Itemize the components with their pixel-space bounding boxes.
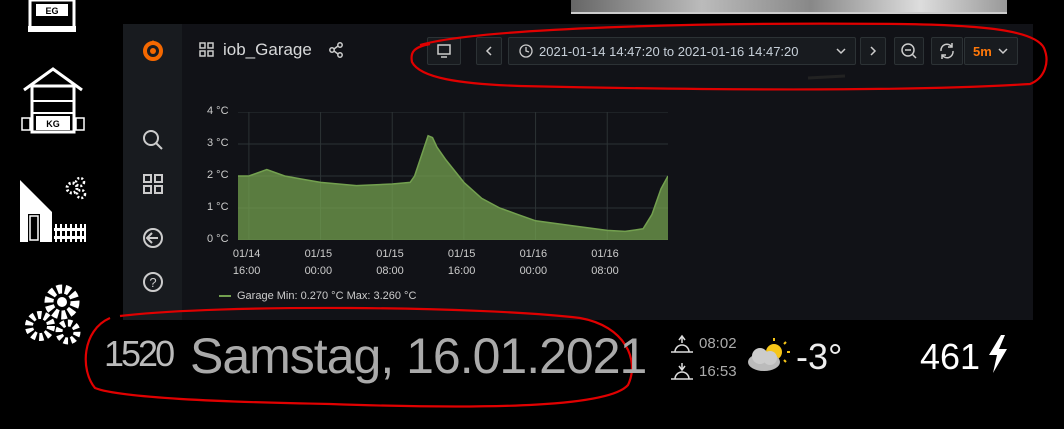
nav-house-kg[interactable]: KG (18, 66, 88, 134)
time-range-picker[interactable]: 2021-01-14 14:47:20 to 2021-01-16 14:47:… (508, 37, 856, 65)
garage-temperature-chart: 0 °C 1 °C 2 °C 3 °C 4 °C 01/14 16:00 01/15 00… (203, 102, 673, 284)
garden-house-icon (20, 176, 87, 242)
x-tick-label: 01/15 16:00 (447, 248, 476, 277)
share-icon[interactable] (328, 42, 344, 58)
y-tick-label: 3 °C (207, 137, 229, 149)
series-area-garage (238, 135, 668, 240)
refresh-button[interactable] (931, 37, 963, 65)
nav-settings[interactable] (22, 282, 84, 348)
settings-gears-icon (25, 284, 81, 345)
x-tick-label: 01/15 08:00 (376, 248, 404, 277)
grafana-panel: ? iob_Garage 2021-01-14 14:47:20 to 2021… (123, 24, 1033, 320)
sunrise-time: 08:02 (699, 335, 737, 352)
power-value: 461 (920, 336, 981, 377)
outdoor-temperature: -3° (796, 336, 843, 377)
y-tick-label: 0 °C (207, 233, 229, 245)
svg-text:KG: KG (46, 119, 60, 129)
x-tick-label: 01/15 00:00 (304, 248, 333, 277)
date-display: Samstag, 16.01.2021 (190, 328, 647, 384)
y-tick-label: 2 °C (207, 169, 229, 181)
time-shift-forward-button[interactable] (860, 37, 886, 65)
sunset-time: 16:53 (699, 363, 737, 380)
nav-garden-house[interactable] (18, 176, 90, 246)
monitor-icon (437, 44, 451, 58)
chevron-left-icon (485, 46, 492, 56)
y-tick-label: 1 °C (207, 201, 229, 213)
svg-text:EG: EG (45, 6, 58, 16)
legend-text: Garage Min: 0.270 °C Max: 3.260 °C (237, 290, 417, 302)
lightning-icon (989, 335, 1007, 373)
chevron-down-icon (836, 48, 846, 55)
time-shift-back-button[interactable] (476, 37, 502, 65)
x-tick-label: 01/16 08:00 (591, 248, 619, 277)
partly-cloudy-icon (748, 338, 790, 371)
x-tick-label: 01/14 16:00 (232, 248, 261, 277)
refresh-interval-picker[interactable]: 5m (964, 37, 1018, 65)
search-icon[interactable] (141, 128, 165, 152)
dashboard-title[interactable]: iob_Garage (223, 40, 312, 60)
camera-image-strip (571, 0, 1007, 14)
clock-display: 1520 (104, 333, 175, 374)
grafana-logo-icon[interactable] (141, 38, 165, 62)
sunset-icon (671, 363, 693, 380)
dashboards-grid-icon[interactable] (141, 172, 165, 196)
refresh-interval-value: 5m (973, 44, 992, 59)
zoom-out-icon (901, 43, 917, 59)
nav-house-eg[interactable]: EG (18, 0, 86, 34)
chart-legend[interactable]: Garage Min: 0.270 °C Max: 3.260 °C (219, 290, 416, 302)
chevron-down-icon (998, 48, 1008, 55)
time-range-label: 2021-01-14 14:47:20 to 2021-01-16 14:47:… (539, 44, 799, 59)
dashboard-grid-icon (199, 42, 214, 57)
house-kg-icon: KG (21, 67, 85, 134)
grafana-sidebar: ? (123, 24, 182, 320)
svg-text:?: ? (149, 275, 156, 290)
clock-icon (519, 44, 533, 58)
zoom-out-button[interactable] (894, 37, 924, 65)
help-icon[interactable]: ? (141, 270, 165, 294)
chart-plot-area[interactable] (238, 112, 668, 240)
refresh-icon (940, 43, 954, 59)
sign-in-icon[interactable] (141, 226, 165, 250)
y-tick-label: 4 °C (207, 105, 229, 117)
legend-series-swatch (219, 295, 231, 298)
tv-mode-button[interactable] (427, 37, 461, 65)
house-eg-icon: EG (28, 0, 76, 32)
chevron-right-icon (870, 46, 877, 56)
x-tick-label: 01/16 00:00 (519, 248, 548, 277)
sunrise-icon (671, 334, 693, 353)
